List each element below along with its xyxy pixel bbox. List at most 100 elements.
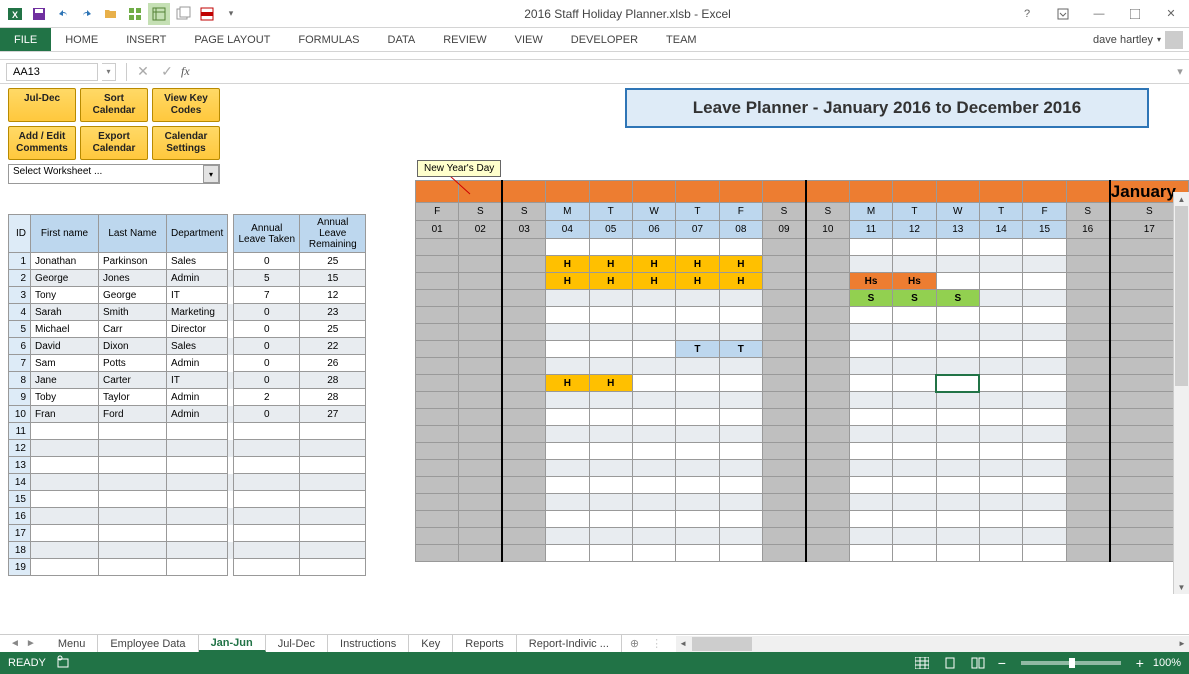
view-normal-icon[interactable] [911, 654, 933, 672]
qat-icon-1[interactable] [124, 3, 146, 25]
calendar-row[interactable] [416, 358, 1189, 375]
calendar-cell[interactable] [459, 341, 502, 358]
scroll-down-icon[interactable]: ▼ [1174, 580, 1189, 594]
calendar-cell[interactable] [632, 528, 675, 545]
calendar-cell[interactable] [1023, 460, 1066, 477]
calendar-cell[interactable] [589, 545, 632, 562]
worksheet-select[interactable]: Select Worksheet ... [8, 164, 220, 184]
calendar-cell[interactable] [632, 460, 675, 477]
calendar-cell[interactable] [416, 358, 459, 375]
calendar-cell[interactable] [1066, 307, 1109, 324]
calendar-cell[interactable] [979, 392, 1022, 409]
calendar-cell[interactable] [1066, 290, 1109, 307]
calendar-cell[interactable] [1066, 528, 1109, 545]
calendar-cell[interactable] [459, 307, 502, 324]
employee-row[interactable]: 9 Toby Taylor Admin 2 28 [9, 389, 366, 406]
calendar-cell[interactable] [676, 324, 719, 341]
calendar-cell[interactable] [502, 511, 545, 528]
add-sheet-icon[interactable]: ⊕ [622, 635, 647, 652]
calendar-cell[interactable] [849, 358, 892, 375]
calendar-cell[interactable] [806, 477, 849, 494]
calendar-row[interactable] [416, 511, 1189, 528]
calendar-cell[interactable] [416, 375, 459, 392]
calendar-cell[interactable] [893, 443, 936, 460]
calendar-cell[interactable] [416, 273, 459, 290]
calendar-cell[interactable]: T [719, 341, 762, 358]
calendar-cell[interactable] [632, 511, 675, 528]
calendar-cell[interactable] [502, 460, 545, 477]
calendar-cell[interactable] [719, 324, 762, 341]
calendar-cell[interactable] [459, 460, 502, 477]
calendar-row[interactable] [416, 426, 1189, 443]
calendar-cell[interactable] [1023, 324, 1066, 341]
calendar-cell[interactable] [459, 426, 502, 443]
calendar-cell[interactable] [806, 494, 849, 511]
calendar-cell[interactable] [632, 375, 675, 392]
zoom-slider[interactable] [1021, 661, 1121, 665]
calendar-cell[interactable] [546, 324, 589, 341]
ribbon-tab-team[interactable]: TEAM [652, 28, 711, 51]
ribbon-tab-file[interactable]: FILE [0, 28, 51, 51]
calendar-cell[interactable]: H [632, 273, 675, 290]
calendar-cell[interactable] [676, 443, 719, 460]
calendar-cell[interactable] [979, 341, 1022, 358]
calendar-cell[interactable] [459, 494, 502, 511]
sheet-tab-menu[interactable]: Menu [46, 635, 99, 652]
calendar-cell[interactable] [763, 477, 806, 494]
calendar-cell[interactable] [459, 375, 502, 392]
calendar-cell[interactable] [676, 477, 719, 494]
qat-icon-2[interactable] [148, 3, 170, 25]
calendar-cell[interactable] [806, 528, 849, 545]
calendar-cell[interactable] [849, 511, 892, 528]
calendar-cell[interactable]: S [936, 290, 979, 307]
calendar-cell[interactable] [676, 528, 719, 545]
calendar-cell[interactable] [719, 307, 762, 324]
calendar-cell[interactable] [416, 341, 459, 358]
calendar-cell[interactable]: Hs [893, 273, 936, 290]
calendar-cell[interactable] [1066, 409, 1109, 426]
calendar-grid[interactable]: JanuaryFSSMTWTFSSMTWTFSS0102030405060708… [415, 180, 1189, 562]
calendar-cell[interactable] [936, 273, 979, 290]
view-page-break-icon[interactable] [967, 654, 989, 672]
calendar-cell[interactable] [1066, 239, 1109, 256]
calendar-cell[interactable] [632, 494, 675, 511]
calendar-cell[interactable] [416, 290, 459, 307]
empty-row[interactable]: 16 [9, 508, 366, 525]
empty-row[interactable]: 15 [9, 491, 366, 508]
employee-row[interactable]: 10 Fran Ford Admin 0 27 [9, 406, 366, 423]
formula-input[interactable] [196, 60, 1171, 83]
calendar-cell[interactable] [1023, 239, 1066, 256]
calendar-cell[interactable] [719, 358, 762, 375]
calendar-row[interactable] [416, 494, 1189, 511]
calendar-cell[interactable] [979, 477, 1022, 494]
calendar-cell[interactable] [849, 460, 892, 477]
calendar-cell[interactable] [979, 290, 1022, 307]
calendar-cell[interactable] [416, 528, 459, 545]
calendar-cell[interactable] [849, 392, 892, 409]
calendar-cell[interactable] [502, 256, 545, 273]
calendar-cell[interactable] [416, 239, 459, 256]
calendar-cell[interactable] [589, 426, 632, 443]
calendar-row[interactable]: TT [416, 341, 1189, 358]
ribbon-tab-developer[interactable]: DEVELOPER [557, 28, 652, 51]
calendar-cell[interactable] [546, 392, 589, 409]
ctrl-button-export-calendar[interactable]: ExportCalendar [80, 126, 148, 160]
calendar-cell[interactable] [546, 358, 589, 375]
calendar-cell[interactable] [719, 511, 762, 528]
calendar-cell[interactable] [806, 511, 849, 528]
calendar-row[interactable]: HHHHH [416, 256, 1189, 273]
calendar-cell[interactable] [979, 426, 1022, 443]
calendar-cell[interactable] [632, 358, 675, 375]
calendar-cell[interactable] [719, 375, 762, 392]
calendar-cell[interactable] [1066, 358, 1109, 375]
calendar-cell[interactable] [936, 528, 979, 545]
calendar-cell[interactable] [936, 392, 979, 409]
calendar-cell[interactable]: H [676, 273, 719, 290]
ribbon-options-icon[interactable] [1049, 4, 1077, 24]
sheet-tab-instructions[interactable]: Instructions [328, 635, 409, 652]
calendar-cell[interactable] [1023, 409, 1066, 426]
calendar-cell[interactable] [416, 477, 459, 494]
calendar-cell[interactable] [589, 528, 632, 545]
calendar-cell[interactable] [893, 307, 936, 324]
calendar-cell[interactable] [979, 528, 1022, 545]
